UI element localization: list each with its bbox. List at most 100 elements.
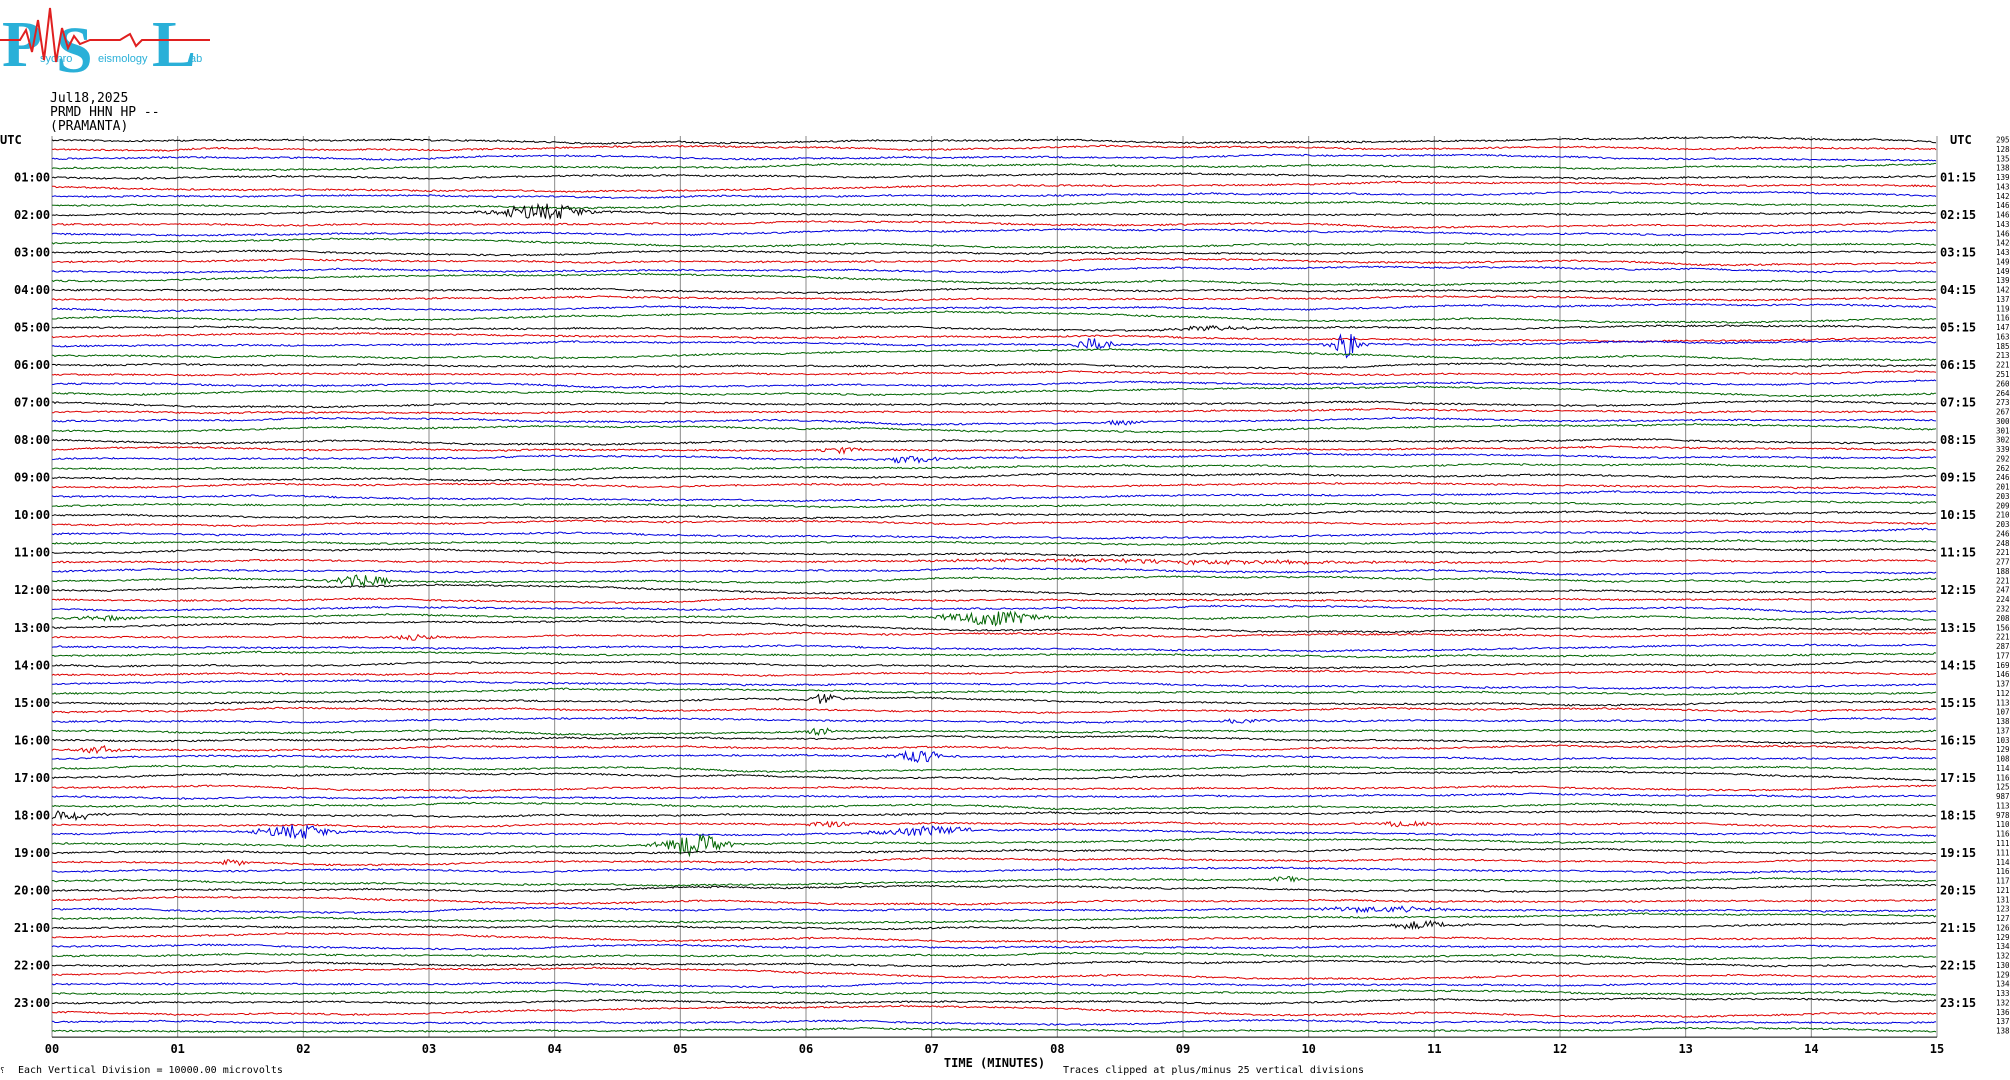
trace-line <box>51 905 1937 914</box>
x-tick-label: 15 <box>1930 1042 1944 1056</box>
trace-value-label: 1370 <box>1996 680 2010 689</box>
left-hour-label: 23:00 <box>14 996 50 1010</box>
trace-line <box>51 669 1937 677</box>
trace-value-label: 1080 <box>1996 755 2010 764</box>
trace-value-label: 1171 <box>1996 877 2010 886</box>
trace-value-label: 1251 <box>1996 783 2010 792</box>
trace-value-label: 3398 <box>1996 445 2010 454</box>
trace-value-label: 1293 <box>1996 745 2010 754</box>
trace-line <box>51 144 1937 152</box>
left-hour-label: 14:00 <box>14 658 50 672</box>
trace-value-label: 1354 <box>1996 154 2010 163</box>
trace-line <box>51 190 1937 199</box>
trace-line <box>51 510 1937 520</box>
left-hour-label: 06:00 <box>14 358 50 372</box>
right-hour-label: 19:15 <box>1940 846 1976 860</box>
x-tick-label: 10 <box>1301 1042 1315 1056</box>
right-hour-label: 07:15 <box>1940 396 1976 410</box>
trace-value-label: 1373 <box>1996 726 2010 735</box>
trace-value-label: 1131 <box>1996 801 2010 810</box>
trace-line <box>51 481 1937 490</box>
trace-value-label: 978 <box>1996 811 2010 820</box>
right-utc-header: UTC <box>1950 133 1972 147</box>
trace-value-label: 1119 <box>1996 848 2010 857</box>
trace-value-label: 1383 <box>1996 717 2010 726</box>
x-tick-label: 08 <box>1050 1042 1064 1056</box>
trace-line <box>51 643 1937 653</box>
trace-line <box>51 324 1937 332</box>
trace-line <box>51 679 1937 690</box>
trace-value-label: 1490 <box>1996 267 2010 276</box>
trace-value-label: 2466 <box>1996 473 2010 482</box>
trace-line <box>51 997 1937 1006</box>
x-tick-label: 09 <box>1176 1042 1190 1056</box>
trace-value-label: 2130 <box>1996 351 2010 360</box>
trace-value-label: 1162 <box>1996 867 2010 876</box>
trace-line <box>51 734 1937 745</box>
trace-line <box>51 385 1936 398</box>
left-hour-label: 22:00 <box>14 958 50 972</box>
trace-value-label: 1164 <box>1996 830 2010 839</box>
left-hour-label: 11:00 <box>14 546 50 560</box>
trace-value-label: 1320 <box>1996 952 2010 961</box>
trace-value-label: 1294 <box>1996 970 2010 979</box>
trace-value-label: 2679 <box>1996 408 2010 417</box>
trace-line <box>51 1026 1937 1034</box>
trace-value-label: 2738 <box>1996 398 2010 407</box>
trace-value-label: 1433 <box>1996 248 2010 257</box>
trace-line <box>51 989 1937 997</box>
trace-value-label: 1385 <box>1996 1027 2010 1036</box>
trace-value-label: 1433 <box>1996 220 2010 229</box>
x-tick-label: 11 <box>1427 1042 1441 1056</box>
trace-value-label: 1271 <box>1996 914 2010 923</box>
trace-value-label: 1333 <box>1996 989 2010 998</box>
trace-line <box>51 792 1937 800</box>
trace-value-label: 2603 <box>1996 379 2010 388</box>
left-hour-label: 03:00 <box>14 246 50 260</box>
trace-value-label: 1380 <box>1996 164 2010 173</box>
right-hour-label: 23:15 <box>1940 996 1976 1010</box>
left-hour-label: 20:00 <box>14 883 50 897</box>
trace-line <box>51 959 1937 968</box>
scale-note: Each Vertical Division = 10000.00 microv… <box>18 1065 283 1076</box>
trace-line <box>51 162 1936 172</box>
x-tick-label: 03 <box>422 1042 436 1056</box>
trace-line <box>51 472 1937 482</box>
trace-line <box>51 727 1937 736</box>
trace-line <box>51 650 1937 659</box>
trace-value-label: 2034 <box>1996 520 2010 529</box>
trace-line <box>51 706 1937 715</box>
trace-line <box>51 857 1937 867</box>
trace-line <box>51 202 1937 221</box>
right-hour-label: 16:15 <box>1940 733 1976 747</box>
trace-line <box>51 348 1937 362</box>
trace-value-label: 1235 <box>1996 905 2010 914</box>
trace-value-label: 2249 <box>1996 595 2010 604</box>
trace-line <box>51 295 1937 302</box>
trace-value-label: 1491 <box>1996 257 2010 266</box>
trace-line <box>51 693 1937 707</box>
x-tick-label: 12 <box>1553 1042 1567 1056</box>
right-hour-label: 08:15 <box>1940 433 1976 447</box>
trace-value-label: 1194 <box>1996 304 2010 313</box>
corner-mark: ⸮ <box>0 1066 5 1075</box>
trace-group <box>51 136 1937 1034</box>
left-hour-label: 13:00 <box>14 621 50 635</box>
trace-value-label: 1638 <box>1996 332 2010 341</box>
trace-value-label: 1857 <box>1996 342 2010 351</box>
right-hour-label: 14:15 <box>1940 658 1976 672</box>
left-hour-label: 07:00 <box>14 396 50 410</box>
clip-note: Traces clipped at plus/minus 25 vertical… <box>1063 1065 1365 1076</box>
x-tick-label: 01 <box>170 1042 184 1056</box>
trace-line <box>51 809 1937 822</box>
trace-value-label: 2016 <box>1996 483 2010 492</box>
trace-value-label: 1168 <box>1996 773 2010 782</box>
trace-line <box>51 966 1937 981</box>
trace-line <box>51 416 1937 426</box>
trace-line <box>51 362 1937 370</box>
trace-value-label: 1467 <box>1996 670 2010 679</box>
trace-line <box>51 153 1937 162</box>
trace-line <box>51 370 1937 377</box>
trace-line <box>51 764 1937 773</box>
trace-value-label: 2486 <box>1996 539 2010 548</box>
